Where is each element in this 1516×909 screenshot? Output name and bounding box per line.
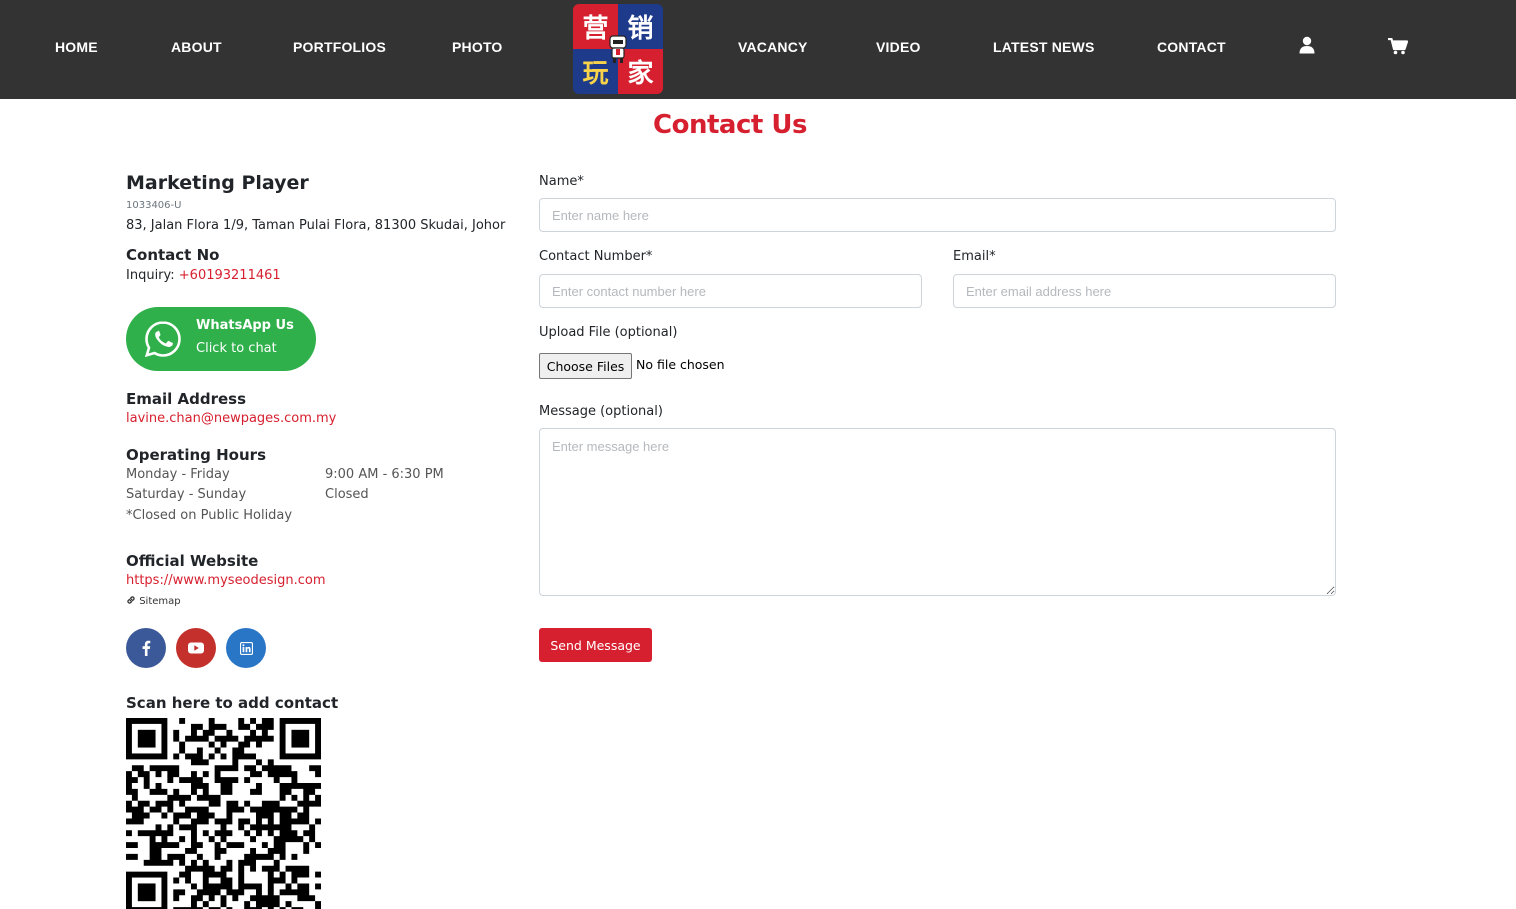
message-textarea[interactable] [539,428,1336,596]
sitemap-link[interactable]: Sitemap [126,595,181,607]
hours-time: 9:00 AM - 6:30 PM [325,467,444,482]
contact-number-label: Contact Number* [539,249,653,264]
navbar: HOME ABOUT PORTFOLIOS PHOTO 营 销 玩 家 VACA… [0,0,1516,99]
whatsapp-title: WhatsApp Us [196,318,294,333]
nav-about[interactable]: ABOUT [171,39,222,55]
hours-note: *Closed on Public Holiday [126,508,293,523]
name-input[interactable] [539,198,1336,232]
nav-photo[interactable]: PHOTO [452,39,503,55]
company-address: 83, Jalan Flora 1/9, Taman Pulai Flora, … [126,218,506,233]
email-link[interactable]: lavine.chan@newpages.com.my [126,411,336,426]
facebook-button[interactable] [126,628,166,668]
file-status: No file chosen [636,357,725,372]
hours-days: Monday - Friday [126,467,230,482]
company-reg-no: 1033406-U [126,200,182,211]
hours-days: Saturday - Sunday [126,487,247,502]
upload-label: Upload File (optional) [539,325,678,340]
contact-number-input[interactable] [539,274,922,308]
hours-time: Closed [325,487,369,502]
email-input[interactable] [953,274,1336,308]
sitemap-label: Sitemap [139,596,181,607]
whatsapp-icon [144,321,181,358]
phone-link[interactable]: +60193211461 [179,268,281,283]
choose-files-button[interactable]: Choose Files [539,353,632,379]
youtube-button[interactable] [176,628,216,668]
nav-video[interactable]: VIDEO [876,39,921,55]
youtube-icon [188,642,204,654]
linkedin-icon [239,641,253,655]
mascot-icon [609,35,627,63]
message-label: Message (optional) [539,404,663,419]
send-message-button[interactable]: Send Message [539,628,652,662]
user-icon[interactable] [1299,36,1315,54]
inquiry-line: Inquiry: +60193211461 [126,268,281,283]
website-link[interactable]: https://www.myseodesign.com [126,573,326,588]
link-icon [127,596,135,604]
linkedin-button[interactable] [226,628,266,668]
nav-contact[interactable]: CONTACT [1157,39,1226,55]
site-logo[interactable]: 营 销 玩 家 [573,4,663,94]
name-label: Name* [539,174,584,189]
hours-heading: Operating Hours [126,446,266,464]
company-name: Marketing Player [126,172,309,194]
page-title: Contact Us [653,110,807,140]
email-heading: Email Address [126,390,247,408]
nav-vacancy[interactable]: VACANCY [738,39,808,55]
cart-icon[interactable] [1388,38,1408,55]
nav-portfolios[interactable]: PORTFOLIOS [293,39,386,55]
whatsapp-button[interactable]: WhatsApp Us Click to chat [126,307,316,371]
email-label: Email* [953,249,996,264]
website-heading: Official Website [126,552,259,570]
vcard-qr-code [126,718,321,909]
nav-latest-news[interactable]: LATEST NEWS [993,39,1095,55]
inquiry-label: Inquiry: [126,268,179,283]
qr-heading: Scan here to add contact [126,694,339,712]
contact-heading: Contact No [126,246,220,264]
nav-home[interactable]: HOME [55,39,98,55]
facebook-icon [142,640,151,656]
whatsapp-subtitle: Click to chat [196,341,277,356]
